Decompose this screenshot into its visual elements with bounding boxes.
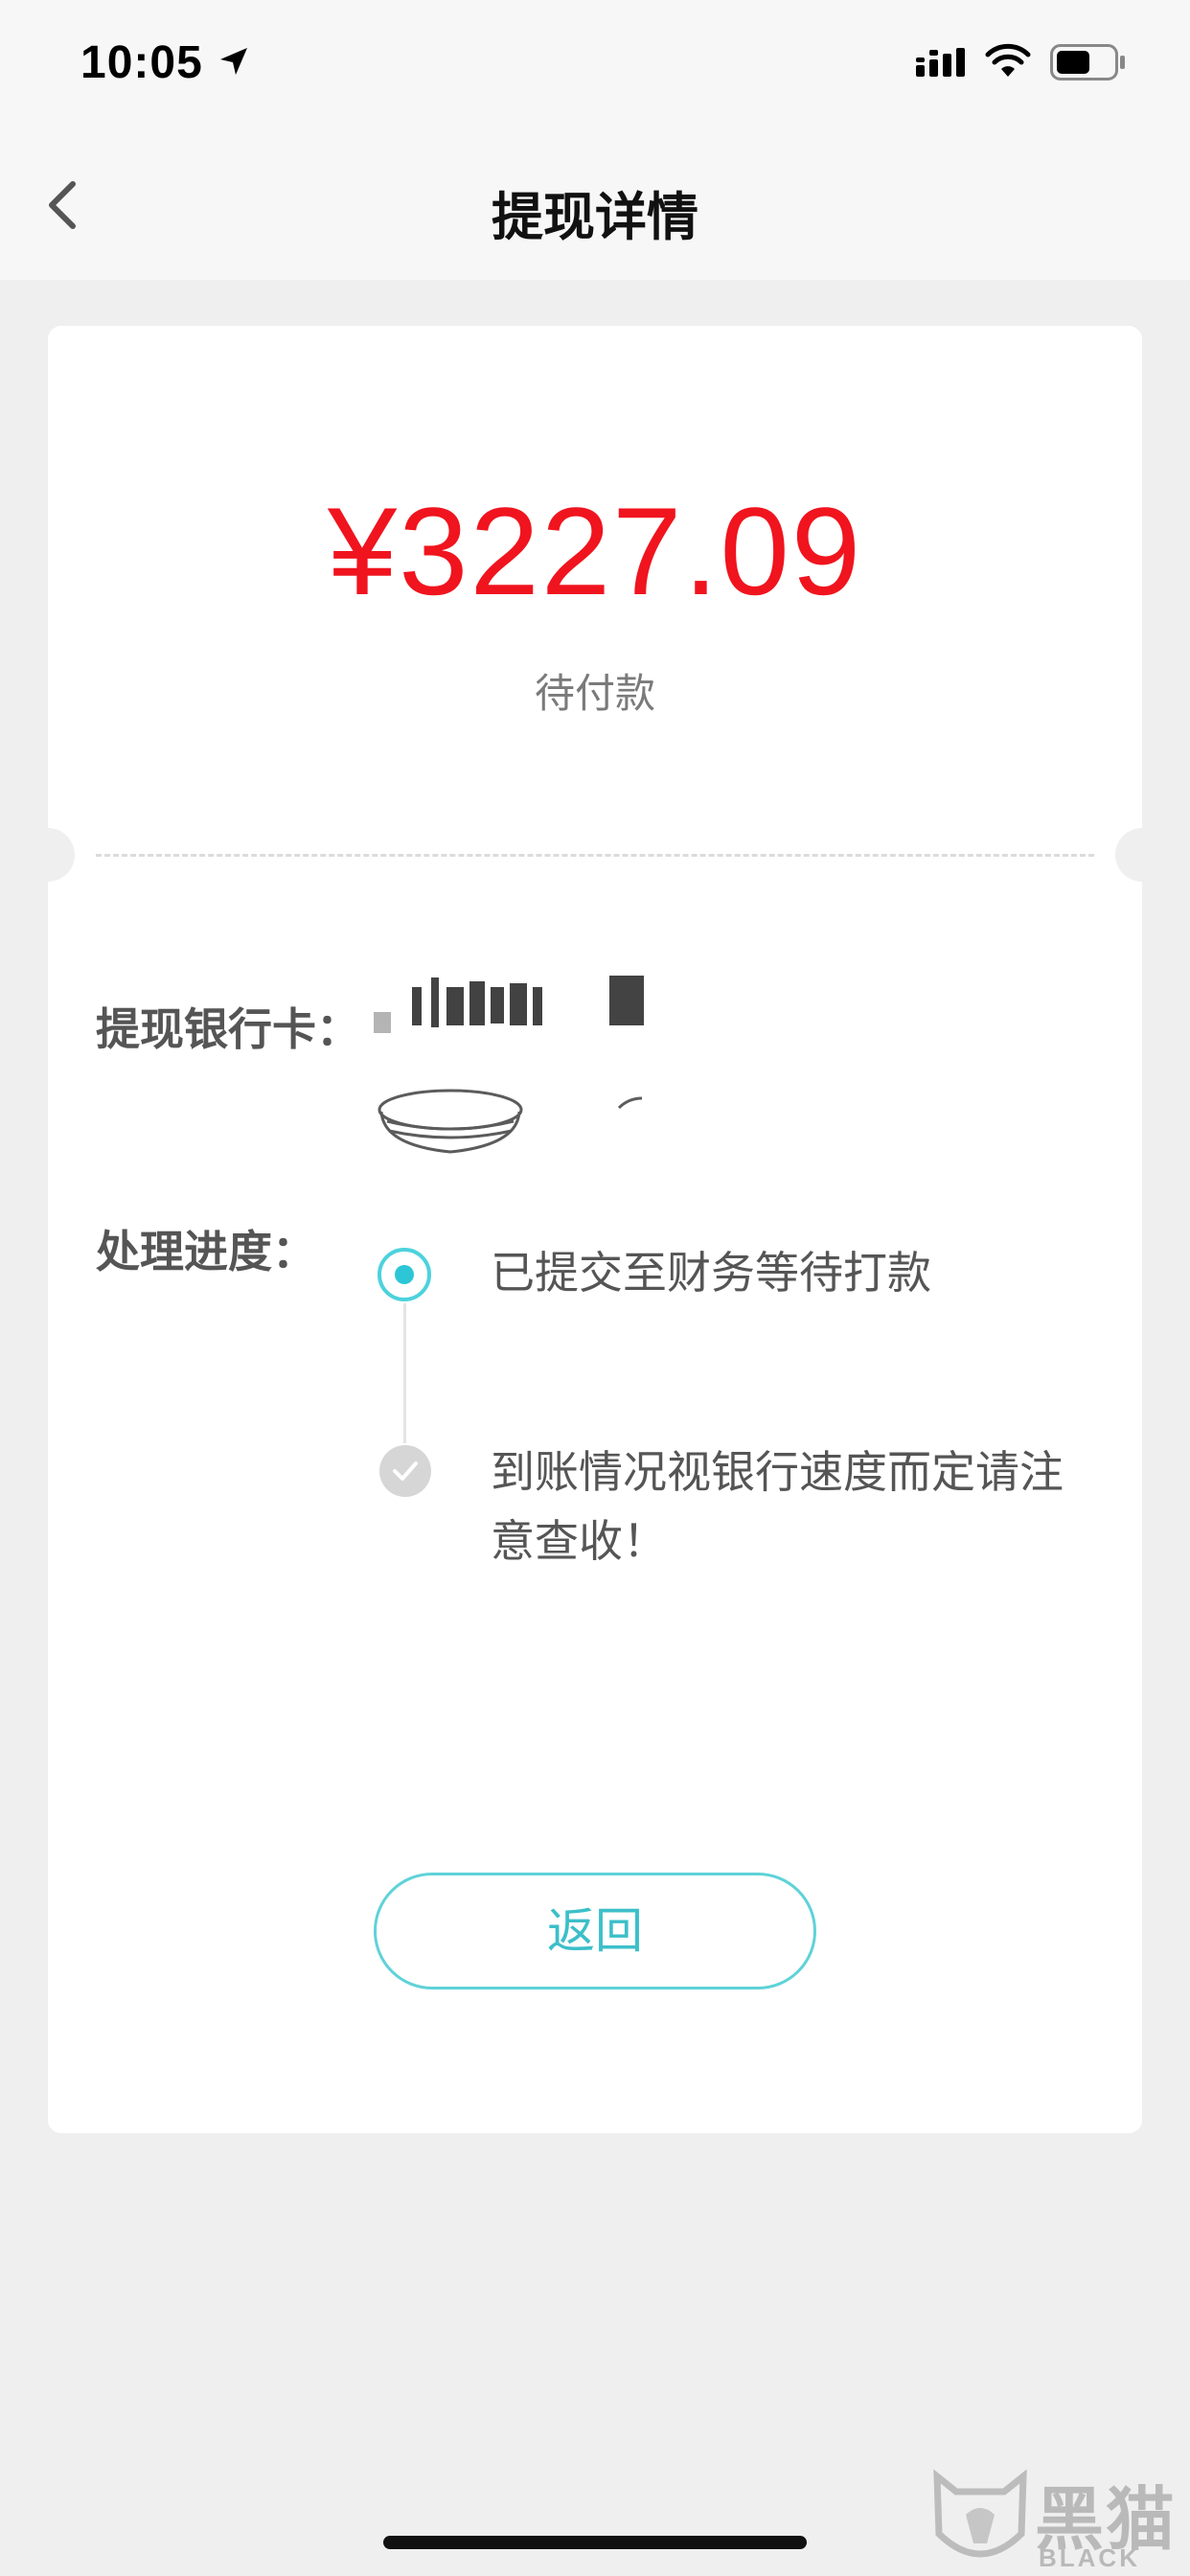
redacted-bank-info [374,976,644,1154]
home-indicator[interactable] [383,2536,807,2549]
status-bar: 10:05 [0,0,1190,126]
signal-icon [916,48,965,77]
step-check-indicator [379,1445,431,1497]
nav-bar: 提现详情 [0,126,1190,280]
dashed-divider [96,854,1094,857]
bank-card-label: 提现银行卡： [96,1003,360,1055]
black-cat-watermark: 黑猫 BLACK CAT [927,2463,1190,2576]
watermark-en: BLACK CAT [1039,2543,1140,2576]
check-icon [393,1461,418,1481]
progress-step-submitted: 已提交至财务等待打款 [491,1247,931,1299]
progress-step-arrival-note: 到账情况视银行速度而定请注意查收！ [491,1446,1064,1567]
return-button[interactable]: 返回 [374,1873,816,1990]
step-active-indicator [378,1248,431,1301]
ticket-notch-right [1115,828,1142,882]
withdrawal-detail-card: ¥3227.09 待付款 提现银行卡： 处理进度： 已提交至财务等待打款 到账情… [48,326,1142,2133]
location-arrow-icon [220,48,247,75]
ticket-notch-left [48,828,75,882]
battery-icon [1050,44,1125,80]
page-title: 提现详情 [492,187,698,247]
progress-label: 处理进度： [96,1226,316,1277]
status-time: 10:05 [80,37,203,88]
black-cat-logo-icon [933,2469,1027,2558]
payment-status: 待付款 [534,670,655,717]
screen: 10:05 提现详情 ¥3227.09 待付款 提现银行卡： 处理进度： 已提交… [0,0,1190,2576]
wifi-icon [985,43,1031,77]
withdrawal-amount: ¥3227.09 [327,481,863,621]
step-connector-line [403,1303,406,1443]
